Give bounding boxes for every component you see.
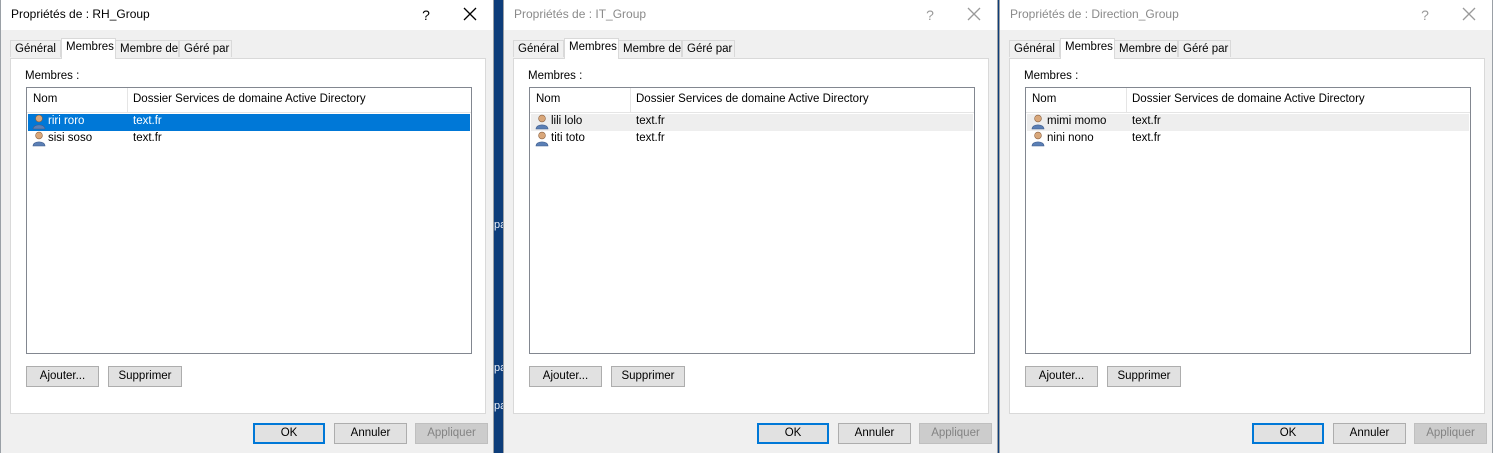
tab-general[interactable]: Général — [10, 40, 61, 57]
properties-dialog: Propriétés de : RH_Group? Général Membres M… — [0, 0, 494, 453]
title-bar: Propriétés de : Direction_Group? — [1000, 0, 1492, 30]
members-panel: Membres : Nom Dossier Services de domaine … — [1009, 58, 1485, 414]
help-button[interactable]: ? — [1413, 4, 1437, 26]
cancel-button[interactable]: Annuler — [838, 423, 911, 444]
close-button[interactable] — [1454, 4, 1484, 26]
remove-button[interactable]: Supprimer — [611, 366, 685, 387]
member-name: sisi soso — [48, 132, 93, 144]
dialog-title: Propriétés de : Direction_Group — [1010, 7, 1179, 21]
tab-membre-de[interactable]: Membre de — [1114, 40, 1178, 57]
members-list[interactable]: Nom Dossier Services de domaine Active Di… — [26, 87, 472, 354]
column-header-nom[interactable]: Nom — [1032, 93, 1056, 105]
column-header-folder[interactable]: Dossier Services de domaine Active Direc… — [133, 93, 366, 105]
member-folder: text.fr — [1132, 132, 1161, 144]
close-icon — [455, 7, 485, 21]
members-label: Membres : — [25, 70, 80, 82]
column-header-nom[interactable]: Nom — [536, 93, 560, 105]
tab-membres[interactable]: Membres — [1060, 38, 1115, 59]
title-bar: Propriétés de : IT_Group? — [504, 0, 997, 30]
list-header: Nom Dossier Services de domaine Active Di… — [530, 88, 974, 113]
properties-dialog: Propriétés de : IT_Group? Général Membres M… — [503, 0, 998, 453]
close-icon — [1454, 7, 1484, 21]
ok-button[interactable]: OK — [253, 423, 325, 444]
column-header-folder[interactable]: Dossier Services de domaine Active Direc… — [636, 93, 869, 105]
member-row[interactable]: titi toto text.fr — [531, 131, 973, 148]
tab-general[interactable]: Général — [1009, 40, 1060, 57]
column-separator[interactable] — [630, 88, 631, 112]
member-name: lili lolo — [551, 115, 583, 127]
members-list[interactable]: Nom Dossier Services de domaine Active Di… — [1025, 87, 1471, 354]
members-label: Membres : — [1024, 70, 1079, 82]
column-separator[interactable] — [1126, 88, 1127, 112]
add-button[interactable]: Ajouter... — [529, 366, 602, 387]
help-button[interactable]: ? — [918, 4, 942, 26]
ok-button[interactable]: OK — [757, 423, 829, 444]
member-folder: text.fr — [636, 115, 665, 127]
member-name: mimi momo — [1047, 115, 1107, 127]
member-row[interactable]: nini nono text.fr — [1027, 131, 1469, 148]
column-header-nom[interactable]: Nom — [33, 93, 57, 105]
properties-dialog: Propriétés de : Direction_Group? Général M… — [999, 0, 1493, 453]
member-name: titi toto — [551, 132, 585, 144]
member-folder: text.fr — [1132, 115, 1161, 127]
tab-membres[interactable]: Membres — [61, 38, 116, 59]
user-icon — [1031, 131, 1045, 150]
member-folder: text.fr — [636, 132, 665, 144]
members-panel: Membres : Nom Dossier Services de domaine … — [513, 58, 989, 414]
close-button[interactable] — [455, 4, 485, 26]
list-header: Nom Dossier Services de domaine Active Di… — [1026, 88, 1470, 113]
member-row[interactable]: mimi momo text.fr — [1027, 114, 1469, 131]
list-header: Nom Dossier Services de domaine Active Di… — [27, 88, 471, 113]
add-button[interactable]: Ajouter... — [1025, 366, 1098, 387]
cancel-button[interactable]: Annuler — [1333, 423, 1406, 444]
apply-button[interactable]: Appliquer — [415, 423, 488, 444]
apply-button[interactable]: Appliquer — [919, 423, 992, 444]
tab-membres[interactable]: Membres — [564, 38, 619, 59]
user-icon — [535, 131, 549, 150]
close-button[interactable] — [959, 4, 989, 26]
add-button[interactable]: Ajouter... — [26, 366, 99, 387]
member-folder: text.fr — [133, 132, 162, 144]
tab-gere-par[interactable]: Géré par — [682, 40, 735, 57]
member-row[interactable]: riri roro text.fr — [28, 114, 470, 131]
members-list[interactable]: Nom Dossier Services de domaine Active Di… — [529, 87, 975, 354]
members-label: Membres : — [528, 70, 583, 82]
members-panel: Membres : Nom Dossier Services de domaine … — [10, 58, 486, 414]
column-separator[interactable] — [127, 88, 128, 112]
title-bar: Propriétés de : RH_Group? — [1, 0, 493, 30]
column-header-folder[interactable]: Dossier Services de domaine Active Direc… — [1132, 93, 1365, 105]
tab-general[interactable]: Général — [513, 40, 564, 57]
apply-button[interactable]: Appliquer — [1414, 423, 1487, 444]
close-icon — [959, 7, 989, 21]
member-name: nini nono — [1047, 132, 1094, 144]
dialog-title: Propriétés de : RH_Group — [11, 7, 150, 21]
member-row[interactable]: lili lolo text.fr — [531, 114, 973, 131]
dialog-title: Propriétés de : IT_Group — [514, 7, 647, 21]
member-name: riri roro — [47, 115, 86, 127]
help-button[interactable]: ? — [414, 4, 438, 26]
user-icon — [32, 131, 46, 150]
member-folder: text.fr — [133, 115, 162, 127]
ok-button[interactable]: OK — [1252, 423, 1324, 444]
member-row[interactable]: sisi soso text.fr — [28, 131, 470, 148]
remove-button[interactable]: Supprimer — [108, 366, 182, 387]
remove-button[interactable]: Supprimer — [1107, 366, 1181, 387]
tab-gere-par[interactable]: Géré par — [1178, 40, 1231, 57]
tab-membre-de[interactable]: Membre de — [618, 40, 682, 57]
tab-gere-par[interactable]: Géré par — [179, 40, 232, 57]
cancel-button[interactable]: Annuler — [334, 423, 407, 444]
tab-membre-de[interactable]: Membre de — [115, 40, 179, 57]
